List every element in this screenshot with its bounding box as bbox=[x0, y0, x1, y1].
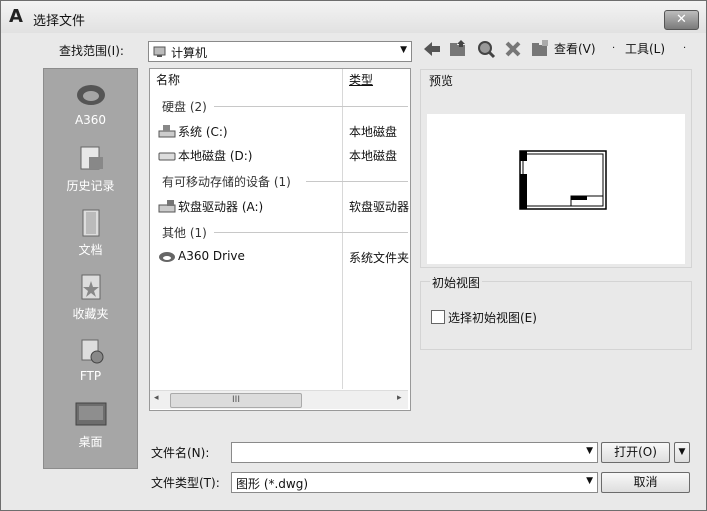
list-item[interactable]: 本地磁盘 (D:) 本地磁盘 bbox=[150, 145, 408, 165]
view-menu[interactable]: 查看(V) bbox=[554, 39, 596, 59]
view-menu-dropdown-icon: · bbox=[612, 43, 616, 54]
window-title: 选择文件 bbox=[33, 14, 86, 29]
column-header-name[interactable]: 名称 bbox=[156, 69, 180, 91]
close-button[interactable]: ✕ bbox=[664, 10, 699, 30]
open-options-dropdown-icon[interactable]: ▼ bbox=[674, 442, 690, 463]
chevron-down-icon[interactable]: ▼ bbox=[586, 446, 593, 456]
lookin-combo[interactable]: 计算机 ▼ bbox=[148, 41, 412, 62]
lookin-label: 查找范围(I): bbox=[59, 44, 124, 58]
back-icon[interactable] bbox=[422, 39, 442, 59]
search-web-icon[interactable] bbox=[476, 39, 496, 59]
place-label: A360 bbox=[74, 113, 107, 127]
a360-drive-icon bbox=[159, 252, 175, 262]
place-a360[interactable]: A360 bbox=[44, 81, 137, 127]
place-label: FTP bbox=[79, 369, 102, 383]
filename-label: 文件名(N): bbox=[151, 446, 210, 460]
place-ftp[interactable]: FTP bbox=[44, 337, 137, 383]
tools-menu-dropdown-icon: · bbox=[683, 43, 687, 54]
chevron-down-icon: ▼ bbox=[400, 45, 407, 55]
favorites-icon bbox=[81, 274, 100, 300]
chevron-down-icon[interactable]: ▼ bbox=[586, 476, 593, 486]
preview-label: 预览 bbox=[429, 74, 454, 88]
item-name: 软盘驱动器 (A:) bbox=[178, 200, 264, 214]
group-divider bbox=[214, 106, 408, 107]
tools-menu[interactable]: 工具(L) bbox=[625, 39, 665, 59]
open-button[interactable]: 打开(O) bbox=[601, 442, 670, 463]
column-divider bbox=[342, 69, 343, 389]
preview-panel: 预览 bbox=[420, 69, 692, 268]
place-desktop[interactable]: 桌面 bbox=[44, 401, 137, 450]
filetype-value: 图形 (*.dwg) bbox=[236, 477, 309, 491]
place-label: 桌面 bbox=[78, 435, 103, 449]
scrollbar-thumb[interactable]: III bbox=[170, 393, 302, 408]
lookin-value: 计算机 bbox=[171, 46, 208, 60]
place-label: 收藏夹 bbox=[72, 307, 109, 321]
places-bar: A360 历史记录 文档 收藏夹 FTP 桌面 bbox=[43, 68, 138, 469]
list-item[interactable]: A360 Drive 系统文件夹 bbox=[150, 247, 409, 267]
preview-canvas bbox=[427, 114, 685, 264]
up-folder-icon[interactable] bbox=[448, 39, 468, 59]
place-history[interactable]: 历史记录 bbox=[44, 145, 137, 194]
new-folder-icon[interactable] bbox=[530, 39, 550, 59]
item-name: 本地磁盘 (D:) bbox=[178, 149, 253, 163]
item-name: 系统 (C:) bbox=[178, 125, 228, 139]
file-list[interactable]: ^ 名称 类型 硬盘 (2) 系统 (C:) 本地磁盘 本地磁盘 (D:) 本地… bbox=[149, 68, 411, 411]
title-bar[interactable]: A 选择文件 ✕ bbox=[1, 1, 706, 33]
hard-drive-icon bbox=[158, 152, 176, 161]
a360-icon bbox=[76, 85, 105, 105]
item-type: 本地磁盘 bbox=[349, 125, 398, 139]
delete-icon[interactable] bbox=[504, 39, 522, 59]
scroll-right-icon[interactable]: ▸ bbox=[397, 393, 402, 403]
group-header-removable: 有可移动存储的设备 (1) bbox=[162, 175, 291, 189]
scroll-left-icon[interactable]: ◂ bbox=[154, 393, 159, 403]
item-type: 本地磁盘 bbox=[349, 149, 398, 163]
drawing-thumbnail-icon bbox=[519, 150, 607, 210]
cancel-button[interactable]: 取消 bbox=[601, 472, 690, 493]
filetype-label: 文件类型(T): bbox=[151, 476, 220, 490]
list-item[interactable]: 系统 (C:) 本地磁盘 bbox=[150, 121, 408, 141]
system-drive-icon bbox=[158, 125, 176, 138]
place-favorites[interactable]: 收藏夹 bbox=[44, 273, 137, 322]
horizontal-scrollbar[interactable]: ◂ III ▸ bbox=[150, 390, 408, 409]
group-divider bbox=[214, 232, 408, 233]
sort-ascending-icon: ^ bbox=[242, 68, 250, 76]
select-file-dialog: A 选择文件 ✕ 查找范围(I): 计算机 ▼ 查看(V) · 工具(L) · … bbox=[0, 0, 707, 511]
place-label: 历史记录 bbox=[66, 179, 115, 193]
initial-view-checkbox[interactable] bbox=[431, 310, 445, 324]
history-icon bbox=[80, 146, 103, 170]
item-type: 系统文件夹 bbox=[349, 251, 409, 265]
item-name: A360 Drive bbox=[178, 249, 245, 263]
computer-icon bbox=[153, 46, 166, 57]
group-header-other: 其他 (1) bbox=[162, 226, 207, 240]
documents-icon bbox=[82, 209, 99, 237]
place-documents[interactable]: 文档 bbox=[44, 209, 137, 258]
ftp-icon bbox=[81, 339, 103, 364]
initial-view-checkbox-label[interactable]: 选择初始视图(E) bbox=[448, 309, 537, 326]
filename-combo[interactable]: ▼ bbox=[231, 442, 598, 463]
list-item[interactable]: 软盘驱动器 (A:) 软盘驱动器 bbox=[150, 196, 409, 216]
group-header-hard-disks: 硬盘 (2) bbox=[162, 100, 207, 114]
group-divider bbox=[306, 181, 408, 182]
item-type: 软盘驱动器 bbox=[349, 200, 409, 214]
filetype-combo[interactable]: 图形 (*.dwg) ▼ bbox=[231, 472, 598, 493]
autocad-app-icon: A bbox=[9, 6, 23, 27]
column-header-type[interactable]: 类型 bbox=[349, 69, 373, 91]
desktop-icon bbox=[75, 402, 106, 426]
place-label: 文档 bbox=[78, 243, 103, 257]
floppy-drive-icon bbox=[158, 200, 176, 213]
initial-view-group-label: 初始视图 bbox=[430, 274, 483, 291]
